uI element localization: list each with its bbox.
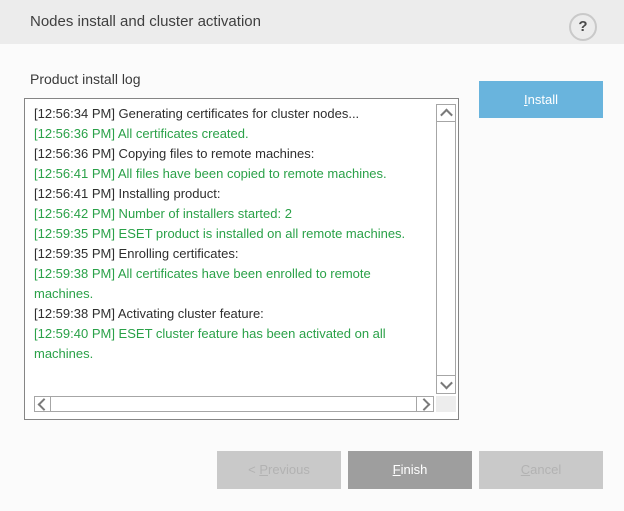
log-line: [12:56:36 PM] All certificates created. xyxy=(34,124,432,144)
chevron-down-icon xyxy=(440,377,453,390)
scroll-up-button[interactable] xyxy=(436,104,456,122)
scrollbar-corner xyxy=(436,396,456,412)
page-title: Nodes install and cluster activation xyxy=(30,0,261,44)
help-icon[interactable]: ? xyxy=(569,13,597,41)
log-line: [12:59:35 PM] Enrolling certificates: xyxy=(34,244,432,264)
horizontal-scrollbar-thumb[interactable] xyxy=(51,396,417,412)
log-line: [12:59:40 PM] ESET cluster feature has b… xyxy=(34,324,432,364)
log-line: [12:56:36 PM] Copying files to remote ma… xyxy=(34,144,432,164)
cancel-button[interactable]: Cancel xyxy=(479,451,603,489)
finish-button[interactable]: Finish xyxy=(348,451,472,489)
vertical-scrollbar-thumb[interactable] xyxy=(436,122,456,376)
previous-button[interactable]: < Previous xyxy=(217,451,341,489)
vertical-scrollbar[interactable] xyxy=(436,104,456,394)
scroll-right-button[interactable] xyxy=(417,396,434,412)
log-line: [12:59:38 PM] Activating cluster feature… xyxy=(34,304,432,324)
previous-label: Previous xyxy=(259,462,310,477)
chevron-right-icon xyxy=(417,398,430,411)
log-content: [12:56:34 PM] Generating certificates fo… xyxy=(25,99,432,395)
scroll-down-button[interactable] xyxy=(436,376,456,394)
dialog-window: Nodes install and cluster activation ? P… xyxy=(0,0,624,511)
log-line: [12:59:35 PM] ESET product is installed … xyxy=(34,224,432,244)
chevron-up-icon xyxy=(440,108,453,121)
previous-arrow-prefix: < xyxy=(248,462,259,477)
log-label: Product install log xyxy=(30,71,141,87)
scroll-left-button[interactable] xyxy=(34,396,51,412)
horizontal-scrollbar[interactable] xyxy=(34,396,434,412)
chevron-left-icon xyxy=(38,398,51,411)
install-button[interactable]: Install xyxy=(479,81,603,118)
log-line: [12:56:34 PM] Generating certificates fo… xyxy=(34,104,432,124)
log-line: [12:59:38 PM] All certificates have been… xyxy=(34,264,432,304)
log-line: [12:56:42 PM] Number of installers start… xyxy=(34,204,432,224)
log-line: [12:56:41 PM] All files have been copied… xyxy=(34,164,432,184)
log-line: [12:56:41 PM] Installing product: xyxy=(34,184,432,204)
dialog-header: Nodes install and cluster activation ? xyxy=(0,0,624,44)
product-install-log: [12:56:34 PM] Generating certificates fo… xyxy=(24,98,459,420)
